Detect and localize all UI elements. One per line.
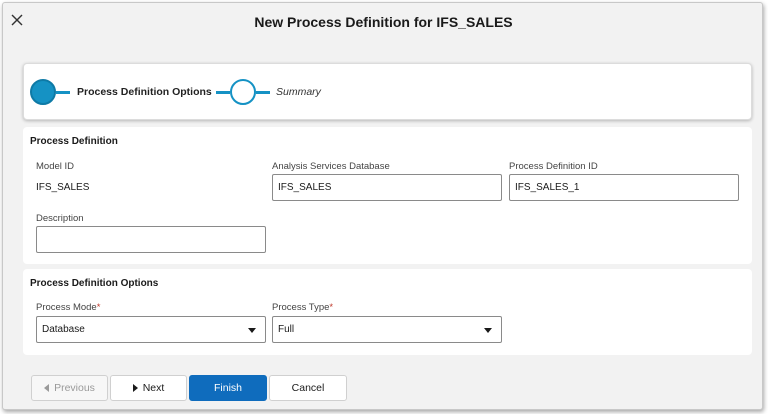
- process-options-section: Process Definition Options Process Mode*…: [23, 269, 752, 355]
- analysis-db-label: Analysis Services Database: [272, 161, 390, 172]
- analysis-db-input[interactable]: [272, 174, 502, 201]
- section-title: Process Definition Options: [30, 278, 159, 289]
- process-definition-section: Process Definition Model ID IFS_SALES An…: [23, 127, 752, 264]
- section-title: Process Definition: [30, 136, 118, 147]
- wizard-steps: Process Definition Options Summary: [23, 63, 752, 120]
- next-button[interactable]: Next: [110, 375, 187, 401]
- process-def-id-label: Process Definition ID: [509, 161, 598, 172]
- model-id-value: IFS_SALES: [36, 182, 90, 193]
- step-2-indicator[interactable]: [230, 79, 256, 105]
- model-id-label: Model ID: [36, 161, 75, 172]
- step-2-label[interactable]: Summary: [276, 86, 321, 98]
- description-input[interactable]: [36, 226, 266, 253]
- process-mode-label: Process Mode*: [36, 302, 100, 313]
- new-process-definition-dialog: New Process Definition for IFS_SALES Pro…: [2, 2, 763, 410]
- arrow-left-icon: [44, 384, 50, 392]
- process-mode-select[interactable]: Database: [36, 316, 266, 343]
- process-mode-value: Database: [42, 324, 85, 335]
- step-2-connector-right: [256, 91, 270, 94]
- previous-label: Previous: [54, 382, 95, 394]
- cancel-button[interactable]: Cancel: [269, 375, 347, 401]
- dialog-title: New Process Definition for IFS_SALES: [254, 14, 513, 30]
- chevron-down-icon: [248, 328, 256, 333]
- step-1-label[interactable]: Process Definition Options: [77, 86, 212, 98]
- process-type-label: Process Type*: [272, 302, 333, 313]
- required-marker: *: [329, 302, 334, 313]
- process-type-label-text: Process Type: [272, 302, 330, 313]
- previous-button[interactable]: Previous: [31, 375, 108, 401]
- step-2-connector-left: [216, 91, 230, 94]
- process-type-select[interactable]: Full: [272, 316, 502, 343]
- process-mode-label-text: Process Mode: [36, 302, 97, 313]
- step-1-connector: [56, 91, 70, 94]
- process-type-value: Full: [278, 324, 295, 335]
- chevron-down-icon: [484, 328, 492, 333]
- process-def-id-input[interactable]: [509, 174, 739, 201]
- finish-button[interactable]: Finish: [189, 375, 267, 401]
- arrow-right-icon: [132, 384, 138, 392]
- step-1-indicator[interactable]: [30, 79, 56, 105]
- required-marker: *: [96, 302, 101, 313]
- next-label: Next: [142, 382, 165, 394]
- description-label: Description: [36, 213, 84, 224]
